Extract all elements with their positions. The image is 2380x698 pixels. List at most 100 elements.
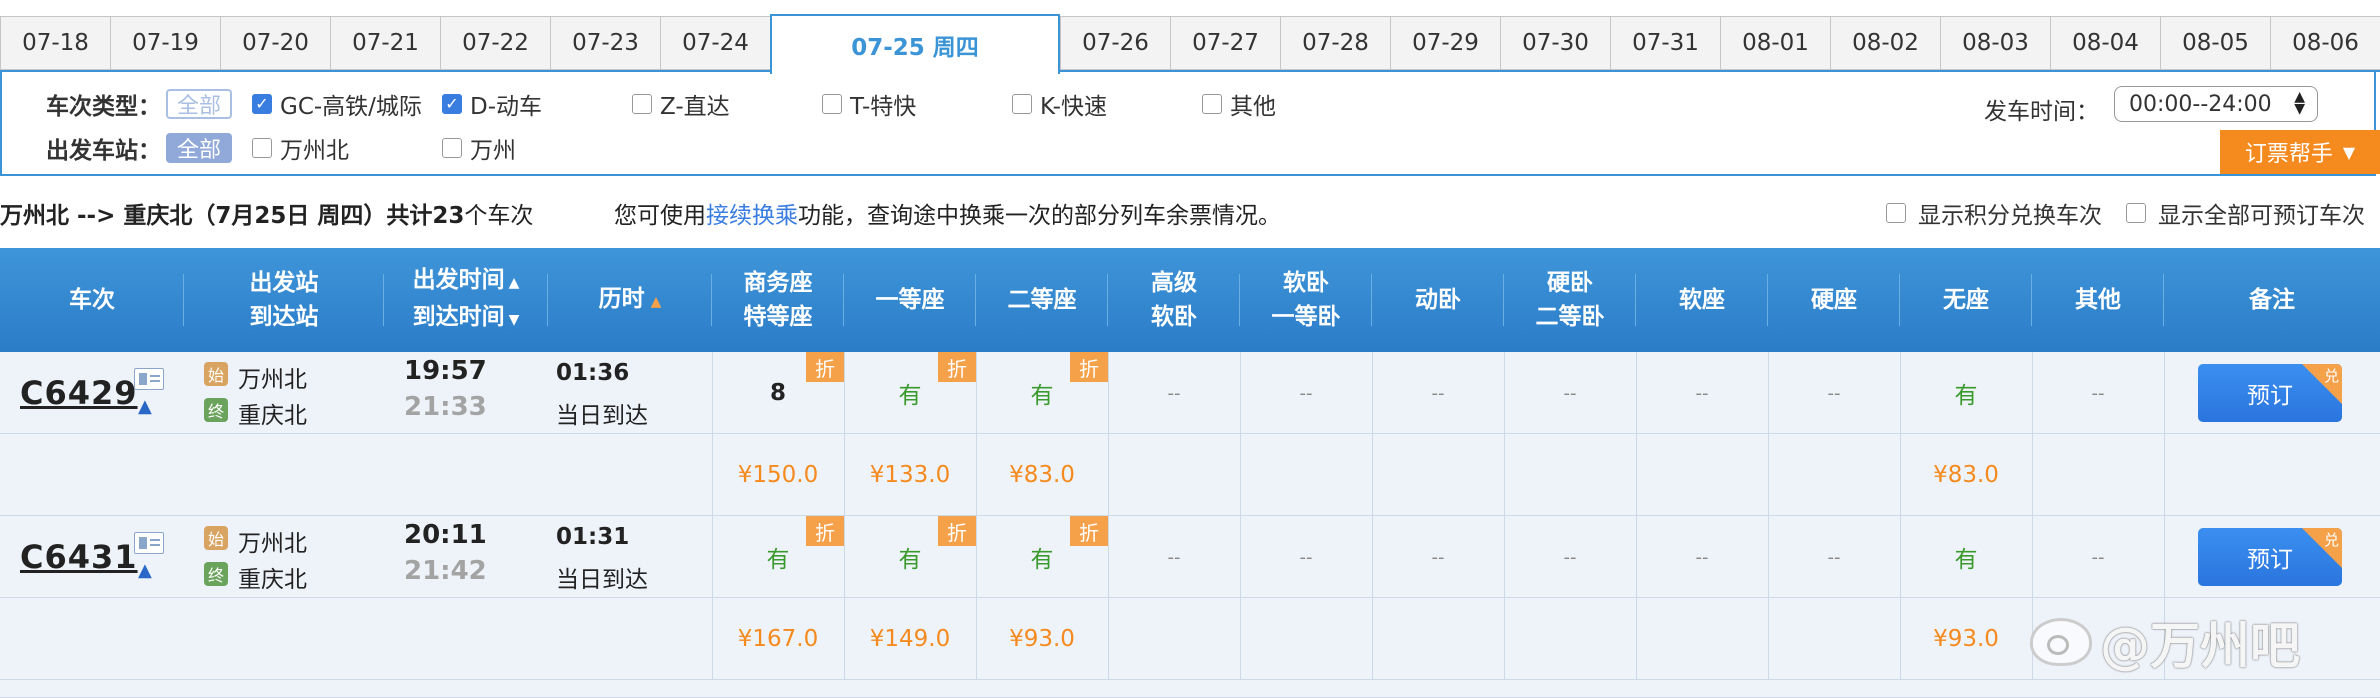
from-station[interactable]: 万州北	[238, 524, 307, 558]
result-summary: 万州北 --> 重庆北（7月25日 周四）共计23个车次	[0, 196, 533, 230]
type-d-checkbox[interactable]: ✓ D-动车	[442, 87, 542, 121]
date-tab[interactable]: 07-30	[1500, 16, 1610, 70]
book-button[interactable]: 预订 兑	[2198, 528, 2342, 586]
type-gc-checkbox[interactable]: ✓ GC-高铁/城际	[252, 87, 422, 121]
seat-soft-sleeper: --	[1299, 382, 1313, 404]
header-remark-label: 备注	[2249, 287, 2295, 313]
expand-up-icon[interactable]: ▲	[138, 396, 152, 417]
date-tab[interactable]: 07-19	[110, 16, 220, 70]
date-tab-active[interactable]: 07-25 周四	[770, 14, 1060, 74]
seat-adv-soft: --	[1167, 546, 1181, 568]
price-first: ¥133.0	[869, 462, 951, 488]
watermark-text: @万州吧	[2100, 617, 2300, 675]
duration: 01:36	[556, 360, 630, 386]
date-tab[interactable]: 07-18	[0, 16, 110, 70]
date-tab[interactable]: 08-02	[1830, 16, 1940, 70]
checkbox-empty-icon	[1202, 94, 1222, 114]
header-adv-b: 软卧	[1151, 304, 1197, 330]
type-d-label: D-动车	[470, 94, 543, 120]
from-station[interactable]: 万州北	[238, 360, 307, 394]
train-number-link[interactable]: C6431	[20, 538, 138, 576]
seat-moving-sleeper: --	[1431, 546, 1445, 568]
checkbox-empty-icon	[442, 138, 462, 158]
date-tab[interactable]: 07-26	[1060, 16, 1170, 70]
booking-helper-button[interactable]: 订票帮手 ▼	[2220, 130, 2380, 174]
header-hard-seat: 硬座	[1768, 248, 1900, 352]
train-number-link[interactable]: C6429	[20, 374, 138, 412]
transfer-link[interactable]: 接续换乘	[706, 203, 798, 229]
header-second-label: 二等座	[1007, 287, 1077, 313]
date-tab[interactable]: 07-22	[440, 16, 550, 70]
to-station[interactable]: 重庆北	[238, 396, 307, 430]
arrival-note: 当日到达	[556, 403, 648, 429]
seat-other: --	[2091, 382, 2105, 404]
start-station-icon: 始	[204, 362, 228, 386]
seat-hard-sleeper: --	[1563, 382, 1577, 404]
station-wanzhou-checkbox[interactable]: 万州	[442, 131, 516, 165]
seat-no-seat[interactable]: 有	[1900, 516, 2032, 598]
price-first: ¥149.0	[869, 626, 951, 652]
checkbox-empty-icon	[822, 94, 842, 114]
date-tab[interactable]: 07-23	[550, 16, 660, 70]
check-icon: ✓	[252, 94, 272, 114]
station-wanzhoubei-checkbox[interactable]: 万州北	[252, 131, 349, 165]
price-business: ¥167.0	[737, 626, 819, 652]
station-all-button[interactable]: 全部	[166, 133, 232, 163]
show-all-trains-checkbox[interactable]: 显示全部可预订车次	[2126, 196, 2365, 230]
date-tab[interactable]: 07-21	[330, 16, 440, 70]
header-business: 商务座 特等座	[712, 248, 844, 352]
date-tab[interactable]: 07-31	[1610, 16, 1720, 70]
header-hard-b: 二等卧	[1535, 304, 1605, 330]
date-tab[interactable]: 08-06	[2270, 16, 2380, 70]
departure-time-select[interactable]: 00:00--24:00 ▲ ▼	[2114, 86, 2318, 122]
id-card-icon[interactable]	[134, 368, 164, 390]
type-other-checkbox[interactable]: 其他	[1202, 87, 1276, 121]
seat-no-seat[interactable]: 有	[1900, 352, 2032, 434]
departure-time-value: 00:00--24:00	[2129, 91, 2272, 117]
type-z-checkbox[interactable]: Z-直达	[632, 87, 730, 121]
header-train-label: 车次	[69, 287, 115, 313]
table-header: 车次 出发站 到达站 出发时间 ▲ 到达时间 ▼ 历时 ▲ 商务座 特等座 一等座 二等座…	[0, 248, 2380, 352]
expand-up-icon[interactable]: ▲	[138, 560, 152, 581]
departure-time-label: 发车时间：	[1984, 99, 2099, 125]
date-tab[interactable]: 08-03	[1940, 16, 2050, 70]
header-adv-soft: 高级 软卧	[1108, 248, 1240, 352]
table-row: C6431 ▲ 始 万州北 终 重庆北 20:11 21:42 01:31 当日…	[0, 516, 2380, 598]
price-second: ¥83.0	[1009, 462, 1075, 488]
header-duration[interactable]: 历时 ▲	[548, 248, 712, 352]
caret-down-icon: ▼	[2342, 142, 2356, 162]
departure-station-label: 出发车站：	[46, 138, 161, 164]
date-tab-bar: 07-18 07-19 07-20 07-21 07-22 07-23 07-2…	[0, 14, 2380, 74]
type-t-checkbox[interactable]: T-特快	[822, 87, 916, 121]
sort-down-icon[interactable]: ▼	[509, 312, 520, 328]
date-tab[interactable]: 07-20	[220, 16, 330, 70]
count-suffix: 个车次	[464, 203, 534, 229]
sort-up-icon[interactable]: ▲	[509, 275, 520, 291]
show-points-trains-checkbox[interactable]: 显示积分兑换车次	[1886, 196, 2102, 230]
id-card-icon[interactable]	[134, 532, 164, 554]
checkbox-empty-icon	[1886, 203, 1906, 223]
price-second: ¥93.0	[1009, 626, 1075, 652]
train-count: 23	[432, 203, 465, 229]
date-tab[interactable]: 07-28	[1280, 16, 1390, 70]
train-type-label: 车次类型：	[46, 94, 161, 120]
date-tab[interactable]: 07-27	[1170, 16, 1280, 70]
header-times[interactable]: 出发时间 ▲ 到达时间 ▼	[384, 248, 548, 352]
end-station-icon: 终	[204, 562, 228, 586]
date-tab[interactable]: 08-05	[2160, 16, 2270, 70]
date-tab[interactable]: 07-24	[660, 16, 770, 70]
header-soft-seat: 软座	[1636, 248, 1768, 352]
tip-text-post: 功能，查询途中换乘一次的部分列车余票情况。	[798, 203, 1281, 229]
sort-up-icon[interactable]: ▲	[651, 294, 662, 310]
departure-time: 19:57	[404, 356, 487, 386]
to-station[interactable]: 重庆北	[238, 560, 307, 594]
seat-soft-sleeper: --	[1299, 546, 1313, 568]
departure-time: 20:11	[404, 520, 487, 550]
table-row: C6429 ▲ 始 万州北 终 重庆北 19:57 21:33 01:36 当日…	[0, 352, 2380, 434]
type-k-checkbox[interactable]: K-快速	[1012, 87, 1107, 121]
date-tab[interactable]: 07-29	[1390, 16, 1500, 70]
book-button[interactable]: 预订 兑	[2198, 364, 2342, 422]
date-tab[interactable]: 08-04	[2050, 16, 2160, 70]
type-all-button[interactable]: 全部	[166, 89, 232, 119]
date-tab[interactable]: 08-01	[1720, 16, 1830, 70]
